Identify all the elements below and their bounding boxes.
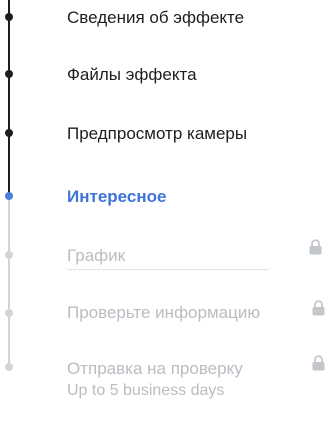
step-schedule: График — [0, 236, 332, 276]
step-locked-dot — [5, 251, 13, 259]
submission-progress-stepper: Сведения об эффекте Файлы эффекта Предпр… — [0, 0, 332, 421]
step-interesting[interactable]: Интересное — [0, 176, 332, 216]
step-label: Сведения об эффекте — [67, 8, 245, 27]
step-label-locked: Проверьте информацию — [67, 303, 261, 322]
step-completed-dot — [5, 13, 13, 21]
step-label: Предпросмотр камеры — [67, 124, 248, 143]
step-label-current: Интересное — [67, 187, 167, 206]
step-effect-files[interactable]: Файлы эффекта — [0, 57, 332, 97]
step-locked-dot — [5, 363, 13, 371]
step-label-locked: График — [67, 246, 126, 265]
step-review-info: Проверьте информацию — [0, 293, 332, 333]
step-sublabel: Up to 5 business days — [67, 382, 225, 399]
lock-icon — [312, 355, 325, 371]
section-divider — [67, 269, 269, 270]
step-label: Файлы эффекта — [67, 65, 197, 84]
lock-icon — [309, 239, 322, 255]
progress-line-remaining — [8, 196, 10, 366]
step-label-locked: Отправка на проверку — [67, 359, 243, 378]
step-current-dot — [5, 192, 13, 200]
step-camera-preview[interactable]: Предпросмотр камеры — [0, 113, 332, 153]
step-completed-dot — [5, 70, 13, 78]
step-completed-dot — [5, 129, 13, 137]
step-effect-details[interactable]: Сведения об эффекте — [0, 2, 332, 42]
lock-icon — [312, 300, 325, 316]
step-locked-dot — [5, 309, 13, 317]
step-submit-for-review: Отправка на проверку Up to 5 business da… — [0, 352, 332, 412]
